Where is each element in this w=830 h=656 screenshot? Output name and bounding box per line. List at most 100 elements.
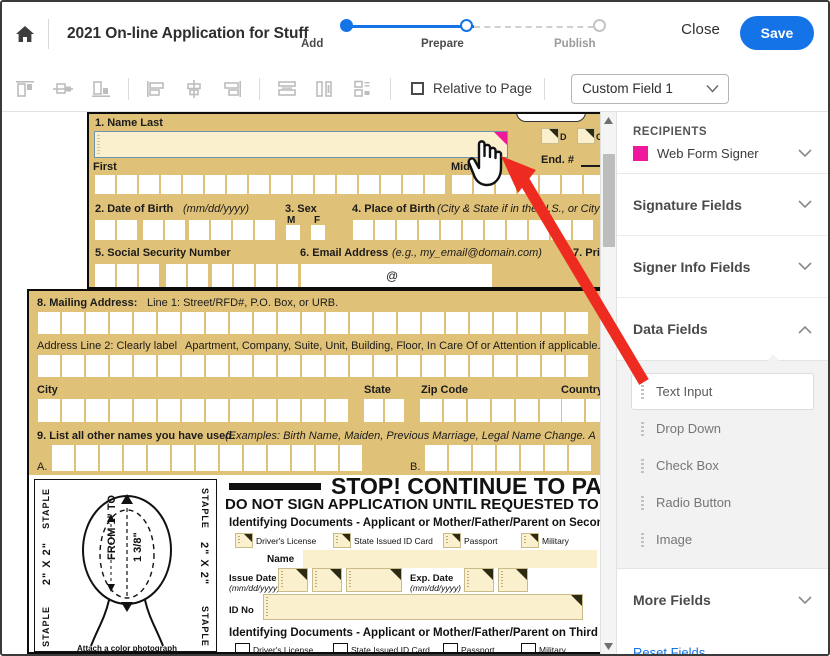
align-center-vertical-icon[interactable] (175, 66, 213, 112)
align-bottom-icon[interactable] (82, 66, 120, 112)
sidebar-item-signer-info-fields[interactable]: Signer Info Fields (617, 236, 828, 298)
exp-day-field[interactable] (498, 568, 528, 592)
state-cells[interactable] (363, 398, 405, 423)
app-header: 2021 On-line Application for Stuff Add P… (2, 2, 828, 66)
field-item-drop-down-label: Drop Down (656, 421, 722, 436)
align-top-icon[interactable] (6, 66, 44, 112)
sex-m-checkbox[interactable] (285, 224, 301, 241)
document-canvas[interactable]: 1. Name Last First Mid 2. Date of Birth … (2, 112, 616, 654)
drag-handle-icon[interactable] (641, 532, 644, 547)
sidebar-item-signature-fields[interactable]: Signature Fields (617, 174, 828, 236)
issue-day-field[interactable] (312, 568, 342, 592)
othername-b-cells[interactable] (424, 444, 592, 472)
close-button[interactable]: Close (681, 21, 720, 38)
document-scrollbar[interactable] (600, 112, 616, 654)
save-button[interactable]: Save (740, 16, 814, 50)
sidebar-item-data-fields[interactable]: Data Fields (617, 298, 828, 360)
reset-fields-link[interactable]: Reset Fields (633, 631, 721, 654)
fields-panel: RECIPIENTS Web Form Signer Signature Fie… (616, 112, 828, 654)
zip-cells[interactable] (419, 398, 563, 423)
military-checkbox-third[interactable] (521, 643, 536, 652)
stateid-checkbox-second[interactable] (333, 533, 351, 548)
relative-to-page-checkbox[interactable] (411, 82, 424, 95)
field-item-radio-button-label: Radio Button (656, 495, 732, 510)
dob-year-cells[interactable] (188, 219, 276, 241)
stateid-checkbox-third[interactable] (333, 643, 348, 652)
ssn-cells-1[interactable] (94, 263, 160, 287)
othername-a-cells[interactable] (51, 444, 363, 472)
relative-to-page-label: Relative to Page (433, 81, 533, 96)
issue-date-hint: (mm/dd/yyyy) (229, 583, 280, 593)
drag-handle-icon[interactable] (641, 421, 644, 436)
id-no-field[interactable] (263, 594, 583, 620)
step-prepare[interactable]: Prepare (421, 14, 511, 50)
checkbox-d[interactable] (541, 128, 559, 144)
field-item-check-box-label: Check Box (656, 458, 719, 473)
passport-checkbox-third[interactable] (443, 643, 458, 652)
exp-date-hint: (mm/dd/yyyy) (410, 583, 461, 593)
chevron-down-icon (798, 262, 812, 271)
addr2-rest-label: Apartment, Company, Suite, Unit, Buildin… (185, 340, 602, 352)
middle-name-cells[interactable] (451, 174, 600, 195)
pob-cells[interactable] (352, 219, 594, 241)
field-item-image[interactable]: Image (631, 521, 814, 558)
first-name-cells[interactable] (94, 174, 446, 195)
align-left-icon[interactable] (137, 66, 175, 112)
recipient-selector[interactable]: Web Form Signer (633, 146, 812, 161)
relative-to-page-toggle[interactable]: Relative to Page (411, 81, 532, 96)
addr2-cells[interactable] (37, 354, 589, 378)
custom-field-select[interactable]: Custom Field 1 (571, 73, 730, 104)
country-cells[interactable] (561, 398, 600, 423)
q7-label: 7. Pri (573, 247, 600, 259)
field-item-drop-down[interactable]: Drop Down (631, 410, 814, 447)
exp-month-field[interactable] (464, 568, 494, 592)
field-item-radio-button[interactable]: Radio Button (631, 484, 814, 521)
dl-label-third: Driver's License (253, 645, 314, 652)
align-right-icon[interactable] (213, 66, 251, 112)
recipient-color-swatch (633, 146, 648, 161)
scroll-up-arrow-icon[interactable] (601, 112, 616, 128)
dob-day-cells[interactable] (142, 219, 186, 241)
field-item-check-box[interactable]: Check Box (631, 447, 814, 484)
drag-handle-icon[interactable] (641, 495, 644, 510)
issue-month-field[interactable] (278, 568, 308, 592)
selected-text-field[interactable] (94, 131, 508, 158)
military-checkbox-second[interactable] (521, 533, 539, 548)
city-cells[interactable] (37, 398, 349, 423)
q5-ssn-label: 5. Social Security Number (95, 247, 231, 259)
passport-checkbox-second[interactable] (443, 533, 461, 548)
sex-f-checkbox[interactable] (310, 224, 326, 241)
sidebar-item-more-fields[interactable]: More Fields (617, 569, 828, 631)
step-add[interactable]: Add (301, 14, 391, 50)
data-fields-list: Text Input Drop Down Check Box Radio But… (617, 354, 828, 569)
checkbox-c[interactable] (577, 128, 595, 144)
issue-year-field[interactable] (346, 568, 402, 592)
home-button[interactable] (2, 2, 48, 66)
name-input[interactable] (303, 550, 597, 568)
distribute-vertical-icon[interactable] (268, 66, 306, 112)
q6-email-hint: (e.g., my_email@domain.com) (392, 247, 542, 259)
first-name-label: First (93, 161, 117, 173)
scroll-down-arrow-icon[interactable] (601, 638, 616, 654)
q1-name-last-label: 1. Name Last (95, 117, 163, 129)
drag-handle-icon[interactable] (641, 384, 644, 399)
recipient-name: Web Form Signer (657, 146, 759, 161)
step-publish-label: Publish (554, 38, 596, 50)
align-middle-horizontal-icon[interactable] (44, 66, 82, 112)
ssn-cells-3[interactable] (211, 263, 299, 287)
distribute-horizontal-icon[interactable] (306, 66, 344, 112)
dl-checkbox-second[interactable] (235, 533, 253, 548)
step-publish[interactable]: Publish (554, 14, 644, 50)
recipients-title: RECIPIENTS (633, 126, 708, 138)
ssn-cells-2[interactable] (165, 263, 209, 287)
endorsement-line (581, 165, 600, 167)
addr1-cells[interactable] (37, 311, 589, 335)
addr2-bold-label: Address Line 2: Clearly label (37, 340, 178, 352)
field-item-text-input[interactable]: Text Input (631, 373, 814, 410)
drag-handle-icon[interactable] (641, 458, 644, 473)
match-size-icon[interactable] (344, 66, 382, 112)
scrollbar-thumb[interactable] (603, 154, 615, 247)
svg-text:1 3/8": 1 3/8" (132, 532, 144, 562)
dob-month-cells[interactable] (94, 219, 138, 241)
dl-checkbox-third[interactable] (235, 643, 250, 652)
